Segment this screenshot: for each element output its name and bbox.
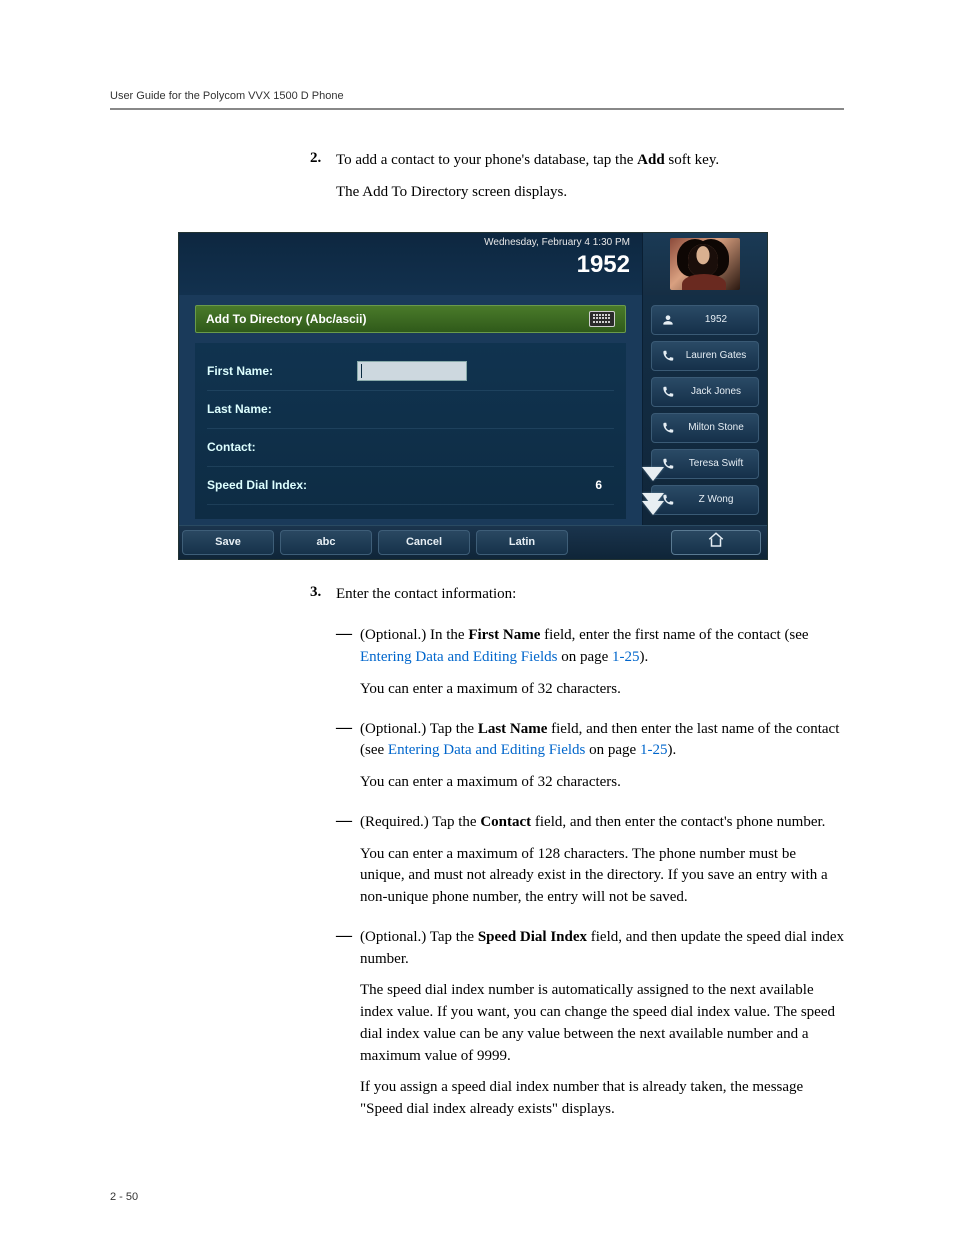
text: field, and then enter the contact's phon… [531,814,825,830]
screen-title-bar: Add To Directory (Abc/ascii) [195,305,626,333]
side-contact-1[interactable]: Lauren Gates [651,341,759,371]
cancel-button[interactable]: Cancel [378,530,470,555]
text: To add a contact to your phone's databas… [336,152,637,168]
text: (Optional.) Tap the [360,721,478,737]
side-contact-2[interactable]: Jack Jones [651,377,759,407]
first-name-label: First Name: [207,364,357,378]
abc-button[interactable]: abc [280,530,372,555]
speed-dial-value: 6 [595,478,614,492]
last-name-label: Last Name: [207,402,357,416]
side-label: Jack Jones [682,386,750,397]
text: Enter the contact information: [336,584,516,606]
dash-icon: — [336,927,360,1131]
text: You can enter a maximum of 128 character… [360,844,844,909]
last-name-row[interactable]: Last Name: [207,391,614,429]
text-bold: First Name [468,627,540,643]
scroll-page-down-icon[interactable] [638,495,668,521]
text: (Optional.) In the [360,627,468,643]
page-number: 2 - 50 [110,1191,844,1203]
softkey-bar: Save abc Cancel Latin [179,525,767,559]
link-page-ref[interactable]: 1-25 [640,742,668,758]
handset-icon [660,348,676,364]
side-contact-3[interactable]: Milton Stone [651,413,759,443]
add-bold: Add [637,152,665,168]
dash-icon: — [336,812,360,919]
text: If you assign a speed dial index number … [360,1077,844,1121]
link-entering-data[interactable]: Entering Data and Editing Fields [388,742,585,758]
text-bold: Last Name [478,721,548,737]
text-bold: Contact [480,814,531,830]
person-icon [660,312,676,328]
contact-label: Contact: [207,440,357,454]
home-button[interactable] [671,530,761,555]
status-datetime: Wednesday, February 4 1:30 PM [484,237,630,248]
bullet-first-name: — (Optional.) In the First Name field, e… [336,625,844,710]
text: ). [667,742,676,758]
speed-dial-label: Speed Dial Index: [207,478,357,492]
first-name-input[interactable] [357,361,467,381]
side-line-self[interactable]: 1952 [651,305,759,335]
side-label: Lauren Gates [682,350,750,361]
text-bold: Speed Dial Index [478,929,587,945]
extension-number: 1952 [577,251,630,279]
screen-title: Add To Directory (Abc/ascii) [206,312,366,326]
text: The speed dial index number is automatic… [360,980,844,1067]
text: (Required.) Tap the [360,814,480,830]
phone-screenshot: Wednesday, February 4 1:30 PM 1952 Add T… [178,232,768,560]
dash-icon: — [336,719,360,804]
text: The Add To Directory screen displays. [336,182,719,204]
scroll-down-icon[interactable] [638,461,668,487]
side-label: Z Wong [682,494,750,505]
text: field, enter the first name of the conta… [540,627,808,643]
avatar [670,238,740,290]
latin-button[interactable]: Latin [476,530,568,555]
step-number: 2. [310,150,336,214]
bullet-contact: — (Required.) Tap the Contact field, and… [336,812,844,919]
save-button[interactable]: Save [182,530,274,555]
text: on page [585,742,640,758]
text: (Optional.) Tap the [360,929,478,945]
text: ). [640,649,649,665]
first-name-row[interactable]: First Name: [207,353,614,391]
text: You can enter a maximum of 32 characters… [360,679,844,701]
text: You can enter a maximum of 32 characters… [360,772,844,794]
form-area: First Name: Last Name: Contact: Speed Di… [195,343,626,519]
home-icon [706,531,726,554]
handset-icon [660,420,676,436]
step-3: 3. Enter the contact information: [310,584,844,616]
contact-row[interactable]: Contact: [207,429,614,467]
bullet-last-name: — (Optional.) Tap the Last Name field, a… [336,719,844,804]
side-label: Teresa Swift [682,458,750,469]
dash-icon: — [336,625,360,710]
speed-dial-row[interactable]: Speed Dial Index: 6 [207,467,614,505]
side-label: 1952 [682,314,750,325]
keyboard-icon[interactable] [589,311,615,327]
document-header: User Guide for the Polycom VVX 1500 D Ph… [110,90,844,110]
link-entering-data[interactable]: Entering Data and Editing Fields [360,649,557,665]
step-number: 3. [310,584,336,616]
step-2: 2. To add a contact to your phone's data… [310,150,844,214]
link-page-ref[interactable]: 1-25 [612,649,640,665]
bullet-speed-dial: — (Optional.) Tap the Speed Dial Index f… [336,927,844,1131]
side-label: Milton Stone [682,422,750,433]
text: soft key. [665,152,719,168]
handset-icon [660,384,676,400]
text: on page [557,649,612,665]
